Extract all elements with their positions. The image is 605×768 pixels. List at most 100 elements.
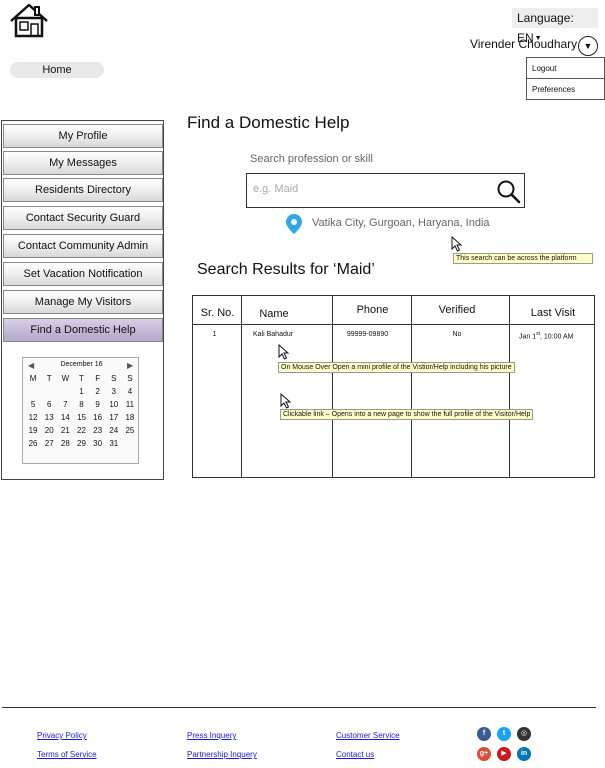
sidebar-item-manage-my-visitors[interactable]: Manage My Visitors <box>3 290 163 314</box>
sidebar-item-residents-directory[interactable]: Residents Directory <box>3 178 163 202</box>
calendar-day[interactable]: 18 <box>122 411 138 424</box>
cell-phone: 99999-09890 <box>346 331 389 338</box>
cell-sr-no: 1 <box>212 331 217 338</box>
sidebar-item-contact-community-admin[interactable]: Contact Community Admin <box>3 234 163 258</box>
search-icon[interactable] <box>496 179 521 204</box>
facebook-icon[interactable]: f <box>477 727 491 741</box>
home-tab[interactable]: Home <box>10 62 104 78</box>
cell-name-link[interactable]: Kali Bahadur <box>253 331 293 338</box>
sidebar-item-my-messages[interactable]: My Messages <box>3 151 163 175</box>
calendar-day[interactable]: 10 <box>106 398 122 411</box>
sidebar-item-set-vacation-notification[interactable]: Set Vacation Notification <box>3 262 163 286</box>
calendar-day <box>122 437 138 450</box>
last-visit-time: , 10:00 AM <box>540 333 574 341</box>
logout-menu-item[interactable]: Logout <box>527 58 604 79</box>
results-title: Search Results for ‘Maid’ <box>197 261 375 278</box>
contact-us-link[interactable]: Contact us <box>336 750 374 759</box>
calendar-day[interactable]: 16 <box>90 411 106 424</box>
calendar-day[interactable]: 12 <box>25 411 41 424</box>
column-header-last-visit: Last Visit <box>530 307 576 319</box>
calendar-day[interactable]: 5 <box>25 398 41 411</box>
customer-service-link[interactable]: Customer Service <box>336 731 400 740</box>
calendar-week-row: 19 20 21 22 23 24 25 <box>25 424 138 437</box>
google-plus-icon[interactable]: g+ <box>477 747 491 761</box>
calendar-week-row: 12 13 14 15 16 17 18 <box>25 411 138 424</box>
search-input[interactable] <box>253 183 483 195</box>
calendar-day[interactable]: 14 <box>57 411 73 424</box>
calendar-day[interactable]: 1 <box>73 385 89 398</box>
linkedin-icon[interactable]: in <box>517 747 531 761</box>
column-header-name: Name <box>259 308 289 320</box>
mouse-cursor-icon <box>451 236 463 252</box>
calendar-day <box>57 385 73 398</box>
location-text: Vatika City, Gurgoan, Haryana, India <box>312 217 490 229</box>
calendar-day[interactable]: 3 <box>106 385 122 398</box>
cell-verified: No <box>452 331 462 338</box>
instagram-icon[interactable]: ◎ <box>517 727 531 741</box>
next-month-arrow-icon[interactable]: ▶ <box>127 361 133 370</box>
calendar-day[interactable]: 2 <box>90 385 106 398</box>
sidebar-item-contact-security-guard[interactable]: Contact Security Guard <box>3 206 163 230</box>
calendar-day[interactable]: 22 <box>73 424 89 437</box>
clickable-link-note: Clickable link – Opens into a new page t… <box>280 409 534 420</box>
column-header-verified: Verified <box>438 304 476 316</box>
platform-search-note: This search can be across the platform <box>453 253 593 264</box>
calendar-widget: ◀ December 16 ▶ M T W T F S S 1 2 3 4 5 6 7 8 9 10 11 12 13… <box>22 357 139 464</box>
privacy-policy-link[interactable]: Privacy Policy <box>37 731 87 740</box>
column-header-sr-no: Sr. No. <box>200 307 235 319</box>
calendar-day[interactable]: 13 <box>41 411 57 424</box>
calendar-day[interactable]: 7 <box>57 398 73 411</box>
mouse-cursor-icon <box>278 344 290 360</box>
calendar-day[interactable]: 11 <box>122 398 138 411</box>
search-box <box>246 173 525 208</box>
search-label: Search profession or skill <box>250 153 373 165</box>
calendar-day[interactable]: 19 <box>25 424 41 437</box>
calendar-weekday: S <box>111 374 117 383</box>
calendar-day[interactable]: 17 <box>106 411 122 424</box>
twitter-icon[interactable]: t <box>497 727 511 741</box>
sidebar-item-my-profile[interactable]: My Profile <box>3 124 163 148</box>
calendar-day[interactable]: 31 <box>106 437 122 450</box>
calendar-weekday: T <box>46 374 52 383</box>
calendar-day[interactable]: 20 <box>41 424 57 437</box>
calendar-day[interactable]: 23 <box>90 424 106 437</box>
calendar-day[interactable]: 28 <box>57 437 73 450</box>
footer-divider <box>2 707 596 708</box>
user-name[interactable]: Virender Choudhary <box>470 37 577 51</box>
calendar-day[interactable]: 4 <box>122 385 138 398</box>
terms-of-service-link[interactable]: Terms of Service <box>37 750 97 759</box>
calendar-week-row: 1234 <box>25 385 138 398</box>
calendar-day[interactable]: 15 <box>73 411 89 424</box>
preferences-menu-item[interactable]: Preferences <box>527 79 604 100</box>
calendar-day[interactable]: 25 <box>122 424 138 437</box>
calendar-day[interactable]: 24 <box>106 424 122 437</box>
language-selector[interactable]: Language: EN▼ <box>512 8 598 45</box>
sidebar: My Profile My Messages Residents Directo… <box>1 120 164 480</box>
calendar-day[interactable]: 27 <box>41 437 57 450</box>
calendar-weekday: M <box>29 374 37 383</box>
calendar-day[interactable]: 26 <box>25 437 41 450</box>
last-visit-day: Jan 1 <box>519 333 537 341</box>
chevron-down-icon[interactable]: ▼ <box>578 36 598 56</box>
calendar-weekday-row: MTWTFSS <box>25 372 138 385</box>
youtube-icon[interactable]: ▶ <box>497 747 511 761</box>
calendar-day[interactable]: 21 <box>57 424 73 437</box>
calendar-day[interactable]: 9 <box>90 398 106 411</box>
mouseover-note: On Mouse Over Open a mini profile of the… <box>278 362 515 373</box>
partnership-inquiry-link[interactable]: Partnership Inquery <box>187 750 257 759</box>
sidebar-item-find-domestic-help[interactable]: Find a Domestic Help <box>3 318 163 342</box>
calendar-weekday: W <box>61 374 70 383</box>
calendar-day[interactable]: 8 <box>73 398 89 411</box>
mouse-cursor-icon <box>280 393 292 409</box>
user-dropdown-menu: Logout Preferences <box>526 57 605 100</box>
calendar-weekday: F <box>95 374 101 383</box>
calendar-day[interactable]: 29 <box>73 437 89 450</box>
column-header-phone: Phone <box>356 304 389 316</box>
press-inquiry-link[interactable]: Press Inquery <box>187 731 236 740</box>
calendar-week-row: 5 6 7 8 9 10 11 <box>25 398 138 411</box>
calendar-day[interactable]: 30 <box>90 437 106 450</box>
calendar-day[interactable]: 6 <box>41 398 57 411</box>
calendar-weekday: T <box>79 374 84 383</box>
home-logo-icon[interactable] <box>8 2 50 38</box>
calendar-day <box>41 385 57 398</box>
